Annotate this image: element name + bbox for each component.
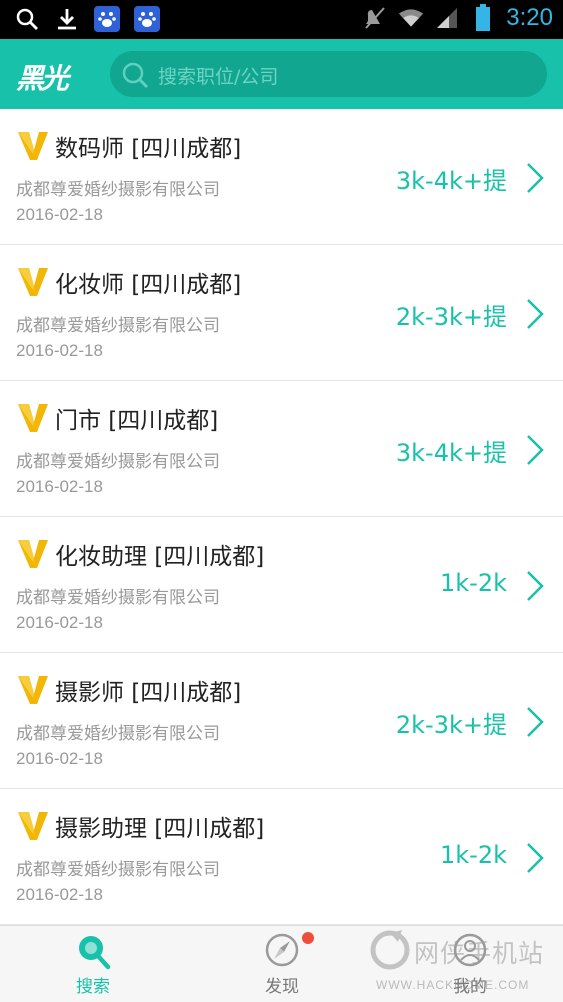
tab-search[interactable]: 搜索 <box>33 926 153 1002</box>
search-input[interactable]: 搜索职位/公司 <box>158 62 278 89</box>
salary: 1k-2k <box>440 569 507 597</box>
company-name: 成都尊爱婚纱摄影有限公司 <box>16 180 220 200</box>
job-list-item[interactable]: 摄影师 [四川成都] 成都尊爱婚纱摄影有限公司 2016-02-18 2k-3k+提 <box>0 653 563 789</box>
job-list: 数码师 [四川成都] 成都尊爱婚纱摄影有限公司 2016-02-18 3k-4k+提化… <box>0 109 563 925</box>
chevron-right-icon <box>527 299 544 329</box>
clock: 3:20 <box>506 4 553 31</box>
app-logo: 黑光 <box>16 62 69 95</box>
search-bar[interactable]: 搜索职位/公司 <box>110 51 547 97</box>
baidu-icon <box>94 6 120 32</box>
watermark-url: WWW.HACKHOME.COM <box>376 978 530 992</box>
notification-badge <box>302 932 314 944</box>
job-list-item[interactable]: 数码师 [四川成都] 成都尊爱婚纱摄影有限公司 2016-02-18 3k-4k+提 <box>0 109 563 245</box>
job-title: 门市 [四川成都] <box>55 408 219 434</box>
search-icon <box>120 60 150 94</box>
chevron-right-icon <box>527 571 544 601</box>
salary: 1k-2k <box>440 841 507 869</box>
job-list-item[interactable]: 化妆助理 [四川成都] 成都尊爱婚纱摄影有限公司 2016-02-18 1k-2k <box>0 517 563 653</box>
post-date: 2016-02-18 <box>16 613 103 632</box>
tab-discover[interactable]: 发现 <box>222 926 342 1002</box>
job-title: 数码师 [四川成都] <box>55 136 242 162</box>
job-list-item[interactable]: 摄影助理 [四川成都] 成都尊爱婚纱摄影有限公司 2016-02-18 1k-2k <box>0 789 563 925</box>
company-name: 成都尊爱婚纱摄影有限公司 <box>16 452 220 472</box>
chevron-right-icon <box>527 435 544 465</box>
job-title: 摄影助理 [四川成都] <box>55 816 265 842</box>
salary: 2k-3k+提 <box>395 711 507 739</box>
verified-v-icon <box>18 676 48 704</box>
search-icon <box>75 932 111 974</box>
job-title: 化妆师 [四川成都] <box>55 272 242 298</box>
verified-v-icon <box>18 268 48 296</box>
status-bar: 3:20 <box>0 0 563 39</box>
baidu-icon <box>134 6 160 32</box>
salary: 3k-4k+提 <box>395 439 507 467</box>
mute-icon <box>362 5 388 31</box>
watermark: 网侠手机站 WWW.HACKHOME.COM <box>370 928 560 1000</box>
post-date: 2016-02-18 <box>16 341 103 360</box>
download-icon <box>54 6 80 32</box>
company-name: 成都尊爱婚纱摄影有限公司 <box>16 316 220 336</box>
company-name: 成都尊爱婚纱摄影有限公司 <box>16 724 220 744</box>
company-name: 成都尊爱婚纱摄影有限公司 <box>16 588 220 608</box>
verified-v-icon <box>18 812 48 840</box>
wifi-icon <box>398 5 424 31</box>
post-date: 2016-02-18 <box>16 477 103 496</box>
verified-v-icon <box>18 404 48 432</box>
job-title: 摄影师 [四川成都] <box>55 680 242 706</box>
app-header: 黑光 搜索职位/公司 <box>0 39 563 109</box>
search-icon <box>14 6 40 32</box>
battery-icon <box>470 4 496 31</box>
post-date: 2016-02-18 <box>16 205 103 224</box>
job-list-item[interactable]: 化妆师 [四川成都] 成都尊爱婚纱摄影有限公司 2016-02-18 2k-3k+提 <box>0 245 563 381</box>
chevron-right-icon <box>527 163 544 193</box>
watermark-logo-icon <box>370 930 410 970</box>
post-date: 2016-02-18 <box>16 885 103 904</box>
tab-label: 发现 <box>265 977 299 997</box>
chevron-right-icon <box>527 843 544 873</box>
salary: 3k-4k+提 <box>395 167 507 195</box>
verified-v-icon <box>18 132 48 160</box>
post-date: 2016-02-18 <box>16 749 103 768</box>
job-list-item[interactable]: 门市 [四川成都] 成都尊爱婚纱摄影有限公司 2016-02-18 3k-4k+提 <box>0 381 563 517</box>
verified-v-icon <box>18 540 48 568</box>
chevron-right-icon <box>527 707 544 737</box>
compass-icon <box>264 932 300 974</box>
tab-label: 搜索 <box>76 977 110 997</box>
company-name: 成都尊爱婚纱摄影有限公司 <box>16 860 220 880</box>
job-title: 化妆助理 [四川成都] <box>55 544 265 570</box>
signal-icon <box>434 5 460 31</box>
watermark-text: 网侠手机站 <box>414 939 545 968</box>
salary: 2k-3k+提 <box>395 303 507 331</box>
